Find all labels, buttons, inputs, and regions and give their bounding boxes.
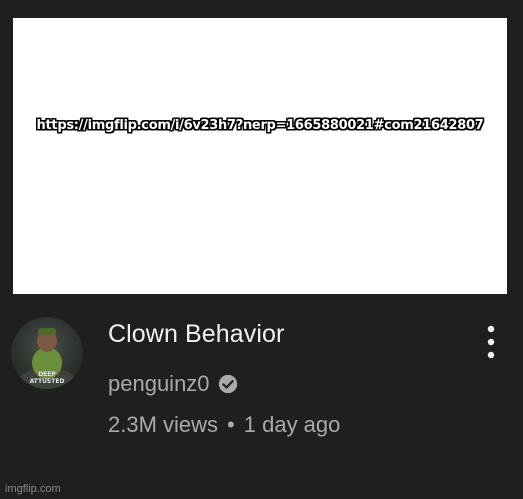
channel-avatar[interactable]: DEEP ATTUSTED xyxy=(11,317,83,389)
avatar-text-1: DEEP xyxy=(38,371,56,378)
meta-separator: • xyxy=(227,412,235,437)
upload-age: 1 day ago xyxy=(243,412,341,437)
avatar-text-2: ATTUSTED xyxy=(30,378,65,385)
channel-name[interactable]: penguinz0 xyxy=(108,371,210,397)
view-count: 2.3M views xyxy=(108,412,219,437)
more-options-button[interactable] xyxy=(480,322,502,362)
thumbnail-caption: https://imgflip.com/i/6v23h7?nerp=166588… xyxy=(36,118,484,133)
video-meta: 2.3M views • 1 day ago xyxy=(108,412,340,438)
verified-badge-icon xyxy=(217,373,239,395)
channel-row: penguinz0 xyxy=(108,371,239,397)
video-thumbnail[interactable]: https://imgflip.com/i/6v23h7?nerp=166588… xyxy=(13,18,507,294)
video-title[interactable]: Clown Behavior xyxy=(108,320,285,349)
imgflip-watermark: imgflip.com xyxy=(5,483,61,495)
vertical-ellipsis-icon xyxy=(487,325,495,359)
video-card: https://imgflip.com/i/6v23h7?nerp=166588… xyxy=(0,0,523,499)
